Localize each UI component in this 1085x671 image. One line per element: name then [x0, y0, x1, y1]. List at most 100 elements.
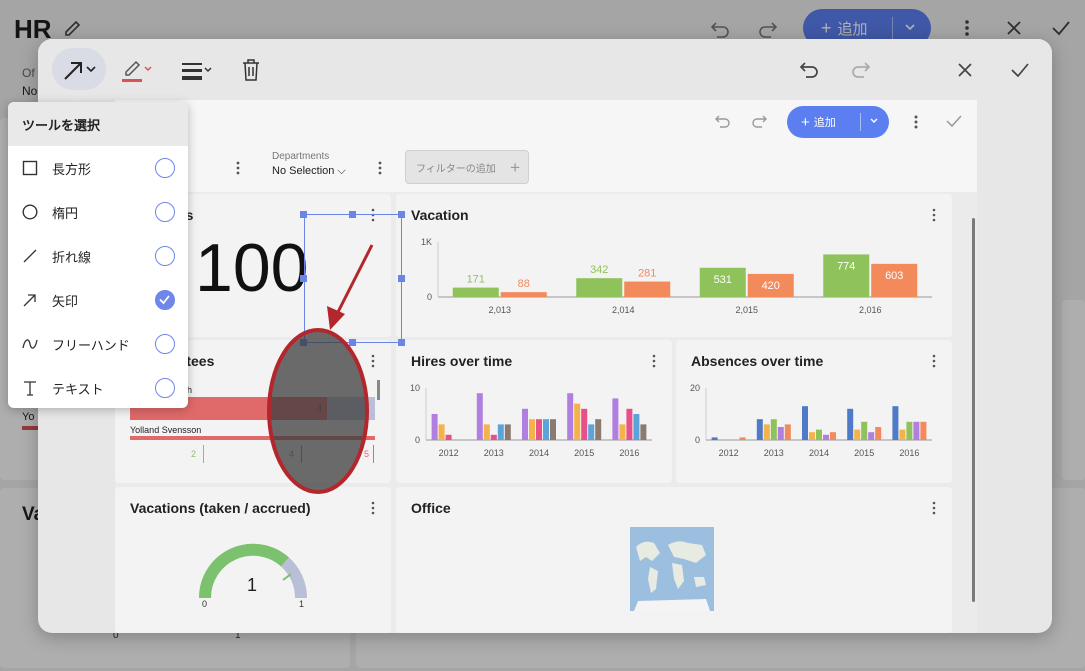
- bar: [550, 419, 556, 440]
- x-tick-label: 2013: [484, 448, 504, 458]
- tool-option-ellipse[interactable]: 楕円: [8, 190, 188, 234]
- bar: [711, 437, 718, 440]
- close-button[interactable]: [948, 53, 982, 87]
- bar: [619, 424, 626, 440]
- radio-button[interactable]: [155, 158, 175, 178]
- radio-button-selected[interactable]: [155, 290, 175, 310]
- scrollbar-thumb: [377, 380, 380, 400]
- bar-value-label: 420: [762, 280, 780, 292]
- x-tick-label: 2016: [899, 448, 919, 458]
- y-tick-label: 10: [410, 383, 420, 393]
- radio-button[interactable]: [155, 334, 175, 354]
- bar: [612, 398, 619, 440]
- absentee-bar-remainder: [327, 397, 375, 420]
- bar: [522, 408, 528, 440]
- x-tick-label: 2012: [439, 448, 459, 458]
- bar: [497, 424, 504, 440]
- rectangle-annotation-selected[interactable]: [304, 214, 402, 343]
- absences-chart: 0 20 2012 2013 2014 2015 2016: [690, 383, 932, 458]
- undo-button[interactable]: [792, 53, 826, 87]
- resize-handle[interactable]: [300, 275, 307, 282]
- line-weight-icon: [182, 63, 212, 80]
- tool-option-label: 矢印: [52, 293, 79, 309]
- bar: [899, 429, 906, 440]
- more-options-icon: [932, 501, 936, 515]
- card-title: Office: [411, 500, 451, 516]
- office-card: Office: [396, 487, 952, 633]
- x-tick-label: 2,015: [735, 305, 758, 315]
- tool-option-rectangle[interactable]: 長方形: [8, 146, 188, 190]
- tool-select-popup: ツールを選択 長方形 楕円 折れ線 矢印 フリーハンド テキスト: [8, 102, 188, 408]
- bar: [802, 406, 808, 440]
- bar-value-label: 774: [837, 260, 855, 272]
- resize-handle[interactable]: [398, 211, 405, 218]
- tool-option-text[interactable]: テキスト: [8, 366, 188, 408]
- resize-handle[interactable]: [398, 275, 405, 282]
- screenshot-canvas[interactable]: + 追加 n ⌵ Departments No Selection ⌵ フィルタ…: [115, 100, 977, 633]
- y-tick-label: 0: [427, 292, 432, 302]
- x-tick-label: 2,014: [612, 305, 635, 315]
- departments-filter-value: No Selection ⌵: [272, 165, 346, 177]
- bar: [581, 408, 588, 440]
- x-tick-label: 2014: [809, 448, 829, 458]
- tool-option-freehand[interactable]: フリーハンド: [8, 322, 188, 366]
- x-tick-label: 2016: [619, 448, 639, 458]
- bar: [861, 421, 868, 440]
- bar: [906, 421, 913, 440]
- radio-button[interactable]: [155, 246, 175, 266]
- check-icon: [1011, 63, 1029, 78]
- more-options-icon: [371, 354, 375, 368]
- tool-option-arrow[interactable]: 矢印: [8, 278, 188, 322]
- add-filter-placeholder: フィルターの追加: [416, 163, 496, 175]
- gauge-max-label: 1: [299, 599, 305, 609]
- gauge-value: 1: [247, 575, 258, 595]
- annotation-modal: + 追加 n ⌵ Departments No Selection ⌵ フィルタ…: [38, 39, 1052, 633]
- radio-button[interactable]: [155, 202, 175, 222]
- bar: [868, 432, 875, 440]
- freehand-icon: [22, 339, 38, 349]
- bar: [777, 427, 784, 440]
- bar: [640, 424, 647, 440]
- arrow-icon: [64, 62, 96, 80]
- tick-mark: [203, 445, 204, 463]
- pen-color-button[interactable]: [118, 53, 158, 87]
- bar: [875, 427, 882, 440]
- vacation-card: Vacation 0 1K 171 88 2,013 342 281 2,014 531 420 2…: [396, 194, 952, 337]
- resize-handle[interactable]: [349, 339, 356, 346]
- tool-option-polyline[interactable]: 折れ線: [8, 234, 188, 278]
- more-options-icon: [236, 161, 240, 175]
- add-filter-box: フィルターの追加 +: [405, 150, 529, 184]
- redo-icon: [752, 115, 767, 128]
- y-tick-label: 1K: [421, 237, 432, 247]
- departments-filter-label: Departments: [272, 151, 330, 162]
- radio-button[interactable]: [155, 378, 175, 398]
- arrow-tool-button[interactable]: [52, 48, 106, 90]
- delete-button[interactable]: [234, 53, 268, 87]
- bar: [763, 424, 770, 440]
- bar-value-label: 171: [467, 274, 485, 286]
- tick-label: 5: [364, 449, 370, 459]
- bar: [536, 419, 542, 440]
- redo-button[interactable]: [844, 53, 878, 87]
- resize-handle[interactable]: [300, 339, 307, 346]
- bar: [892, 406, 899, 440]
- y-tick-label: 20: [690, 383, 700, 393]
- resize-handle[interactable]: [349, 211, 356, 218]
- bar: [529, 419, 535, 440]
- bar: [452, 287, 499, 297]
- resize-handle[interactable]: [300, 211, 307, 218]
- bar: [739, 437, 746, 440]
- x-tick-label: 2015: [854, 448, 874, 458]
- line-weight-button[interactable]: [178, 53, 218, 87]
- bar: [770, 419, 777, 440]
- x-tick-label: 2,013: [488, 305, 511, 315]
- more-options-icon: [378, 161, 382, 175]
- resize-handle[interactable]: [398, 339, 405, 346]
- bar: [816, 429, 822, 440]
- tool-option-label: 折れ線: [52, 249, 92, 265]
- tick-label: 4: [289, 449, 295, 459]
- done-button[interactable]: [1003, 53, 1037, 87]
- tick-label: 2: [191, 449, 197, 459]
- bar: [920, 421, 927, 440]
- tool-option-label: 楕円: [52, 205, 79, 221]
